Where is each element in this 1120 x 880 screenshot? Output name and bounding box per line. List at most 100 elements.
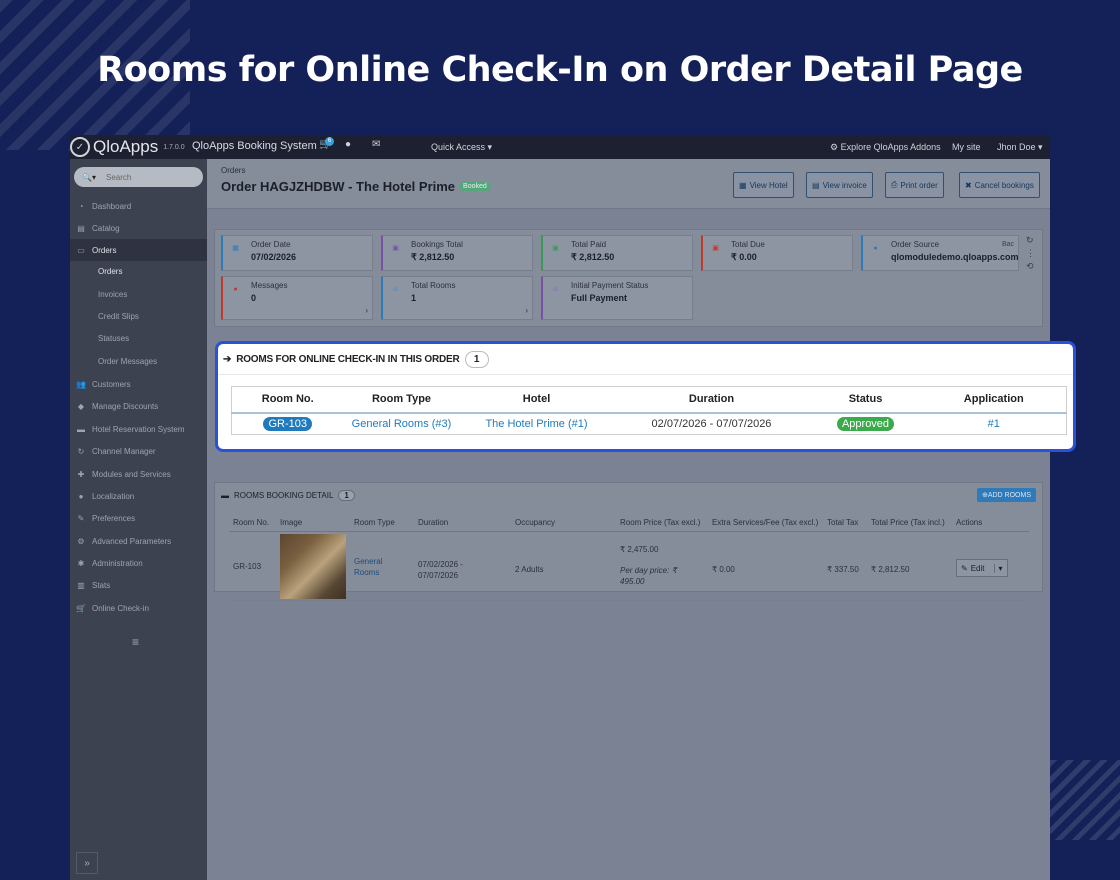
- column-header-status: Status: [809, 386, 922, 414]
- sidebar-item-manage-discounts[interactable]: ◆ Manage Discounts: [70, 395, 207, 417]
- sidebar-item-label: Orders: [92, 245, 117, 255]
- column-header-duration: Duration: [613, 386, 810, 414]
- sidebar-item-modules[interactable]: ✚ Modules and Services: [70, 463, 207, 485]
- sidebar-item-channel-manager[interactable]: ↻ Channel Manager: [70, 440, 207, 462]
- sidebar-item-label: Catalog: [92, 223, 120, 233]
- search-input[interactable]: Search: [106, 173, 131, 182]
- cogs-icon: ⚙: [77, 536, 85, 546]
- my-site-link[interactable]: My site: [952, 142, 981, 152]
- refresh-icon[interactable]: ↻: [1026, 234, 1035, 247]
- page-header: Orders Order HAGJZHDBW - The Hotel Prime…: [207, 159, 1050, 209]
- more-icon[interactable]: ⋮: [1026, 247, 1035, 260]
- booking-occupancy: 2 Adults: [515, 565, 544, 574]
- sidebar-item-orders[interactable]: ▭ Orders: [70, 239, 207, 261]
- column-header: Room Price (Tax excl.): [620, 518, 701, 527]
- explore-addons-link[interactable]: ⚙ Explore QloApps Addons: [830, 142, 941, 153]
- retry-icon[interactable]: ⟲: [1026, 260, 1035, 273]
- bed-icon: ▬: [77, 424, 85, 434]
- user-menu[interactable]: Jhon Doe ▾: [997, 142, 1043, 153]
- row-divider: [229, 600, 1029, 601]
- application-link[interactable]: #1: [988, 418, 1000, 430]
- cart-count-badge: 6: [325, 137, 334, 146]
- print-order-button[interactable]: ⎙ Print order: [885, 172, 944, 198]
- cell-hotel: The Hotel Prime (#1): [460, 413, 614, 435]
- sidebar-item-catalog[interactable]: ▤ Catalog: [70, 217, 207, 239]
- column-header-room-type: Room Type: [343, 386, 460, 414]
- column-header-application: Application: [921, 386, 1067, 414]
- sidebar-item-label: Dashboard: [92, 201, 132, 211]
- cell-application: #1: [922, 413, 1067, 435]
- booking-room-type-link[interactable]: General Rooms: [354, 556, 382, 578]
- room-type-link[interactable]: General Rooms (#3): [352, 418, 452, 430]
- sidebar-sub-order-messages[interactable]: Order Messages: [98, 357, 157, 366]
- kpi-value: Full Payment: [571, 293, 628, 303]
- room-type-line: Rooms: [354, 568, 380, 577]
- room-type-line: General: [354, 557, 383, 566]
- sidebar-item-administration[interactable]: ✱ Administration: [70, 552, 207, 574]
- kpi-label: Total Paid: [571, 240, 607, 249]
- add-rooms-button[interactable]: ⊕ADD ROOMS: [976, 488, 1036, 502]
- sidebar-sub-invoices[interactable]: Invoices: [98, 290, 127, 299]
- table-row: GR-103 General Rooms (#3) The Hotel Prim…: [232, 413, 1067, 435]
- kpi-label: Total Rooms: [411, 281, 456, 290]
- sidebar-sub-orders[interactable]: Orders: [98, 267, 122, 276]
- check-in-title-text: ROOMS FOR ONLINE CHECK-IN IN THIS ORDER: [236, 354, 460, 365]
- cell-room-no: GR-103: [232, 413, 344, 435]
- kpi-total-paid: ▣ Total Paid ₹ 2,812.50: [541, 235, 693, 271]
- pencil-icon: ✎: [961, 563, 968, 573]
- view-invoice-button[interactable]: ▤ View invoice: [806, 172, 873, 198]
- users-icon: 👥: [76, 379, 86, 389]
- sidebar-item-stats[interactable]: ▥ Stats: [70, 574, 207, 596]
- sidebar-search[interactable]: 🔍▾ Search: [74, 167, 203, 187]
- close-icon: ✖: [965, 180, 972, 190]
- envelope-icon[interactable]: ✉: [372, 139, 380, 150]
- brand-name[interactable]: QloApps Booking System: [192, 140, 317, 152]
- view-hotel-button[interactable]: ▦ View Hotel: [733, 172, 794, 198]
- decorative-stripes-bottom-right: [1050, 760, 1120, 840]
- button-label: Edit: [970, 563, 985, 573]
- logo[interactable]: ✓ QloApps 1.7.0.0: [70, 137, 185, 157]
- kpi-label: Bookings Total: [411, 240, 463, 249]
- kpi-tools[interactable]: ↻ ⋮ ⟲: [1026, 234, 1035, 273]
- sidebar-sub-statuses[interactable]: Statuses: [98, 334, 129, 343]
- sidebar-item-hotel-reservation[interactable]: ▬ Hotel Reservation System: [70, 418, 207, 440]
- per-day-line: Per day price: ₹: [620, 566, 677, 575]
- user-icon[interactable]: ●: [345, 139, 351, 150]
- cart-icon[interactable]: 🛒6: [319, 137, 334, 150]
- sidebar-item-dashboard[interactable]: ◔ Dashboard: [70, 195, 207, 217]
- chevron-down-icon[interactable]: ▾: [993, 563, 1003, 573]
- column-header: Extra Services/Fee (Tax excl.): [712, 518, 819, 527]
- credit-card-icon: ▭: [77, 245, 85, 255]
- collapse-sidebar-icon[interactable]: »: [76, 852, 98, 874]
- sidebar-item-localization[interactable]: ● Localization: [70, 485, 207, 507]
- column-header: Total Tax: [827, 518, 859, 527]
- sidebar-item-advanced-parameters[interactable]: ⚙ Advanced Parameters: [70, 530, 207, 552]
- sidebar-item-online-check-in[interactable]: 🛒 Online Check-in: [70, 597, 207, 619]
- column-header-hotel: Hotel: [459, 386, 614, 414]
- column-header: Occupancy: [515, 518, 556, 527]
- column-header-room-no: Room No.: [231, 386, 344, 414]
- bed-icon: ▬: [221, 491, 229, 500]
- sidebar-item-label: Channel Manager: [92, 446, 156, 456]
- cancel-bookings-button[interactable]: ✖ Cancel bookings: [959, 172, 1040, 198]
- wrench-icon: ✎: [77, 513, 85, 523]
- edit-button[interactable]: ✎ Edit ▾: [956, 559, 1008, 577]
- quick-access-label: Quick Access: [431, 142, 486, 152]
- sign-in-icon: ➔: [223, 354, 232, 365]
- main-content: Orders Order HAGJZHDBW - The Hotel Prime…: [207, 159, 1050, 880]
- sidebar-item-customers[interactable]: 👥 Customers: [70, 373, 207, 395]
- sidebar-item-preferences[interactable]: ✎ Preferences: [70, 507, 207, 529]
- kpi-total-rooms[interactable]: ⌂ Total Rooms 1 ›: [381, 276, 533, 320]
- menu-icon[interactable]: ≡: [132, 635, 139, 649]
- sidebar-sub-credit-slips[interactable]: Credit Slips: [98, 312, 139, 321]
- booking-detail-title: ▬ ROOMS BOOKING DETAIL 1: [221, 490, 355, 501]
- cell-status: Approved: [810, 413, 922, 435]
- kpi-value: ₹ 2,812.50: [411, 252, 455, 262]
- kpi-messages[interactable]: ● Messages 0 ›: [221, 276, 373, 320]
- hotel-link[interactable]: The Hotel Prime (#1): [485, 418, 587, 430]
- breadcrumb[interactable]: Orders: [221, 166, 245, 175]
- page-title: Order HAGJZHDBW - The Hotel Prime Booked: [221, 179, 491, 194]
- sidebar-item-label: Hotel Reservation System: [92, 424, 185, 434]
- money-icon: ▣: [712, 245, 719, 252]
- quick-access-menu[interactable]: Quick Access ▾: [431, 142, 492, 153]
